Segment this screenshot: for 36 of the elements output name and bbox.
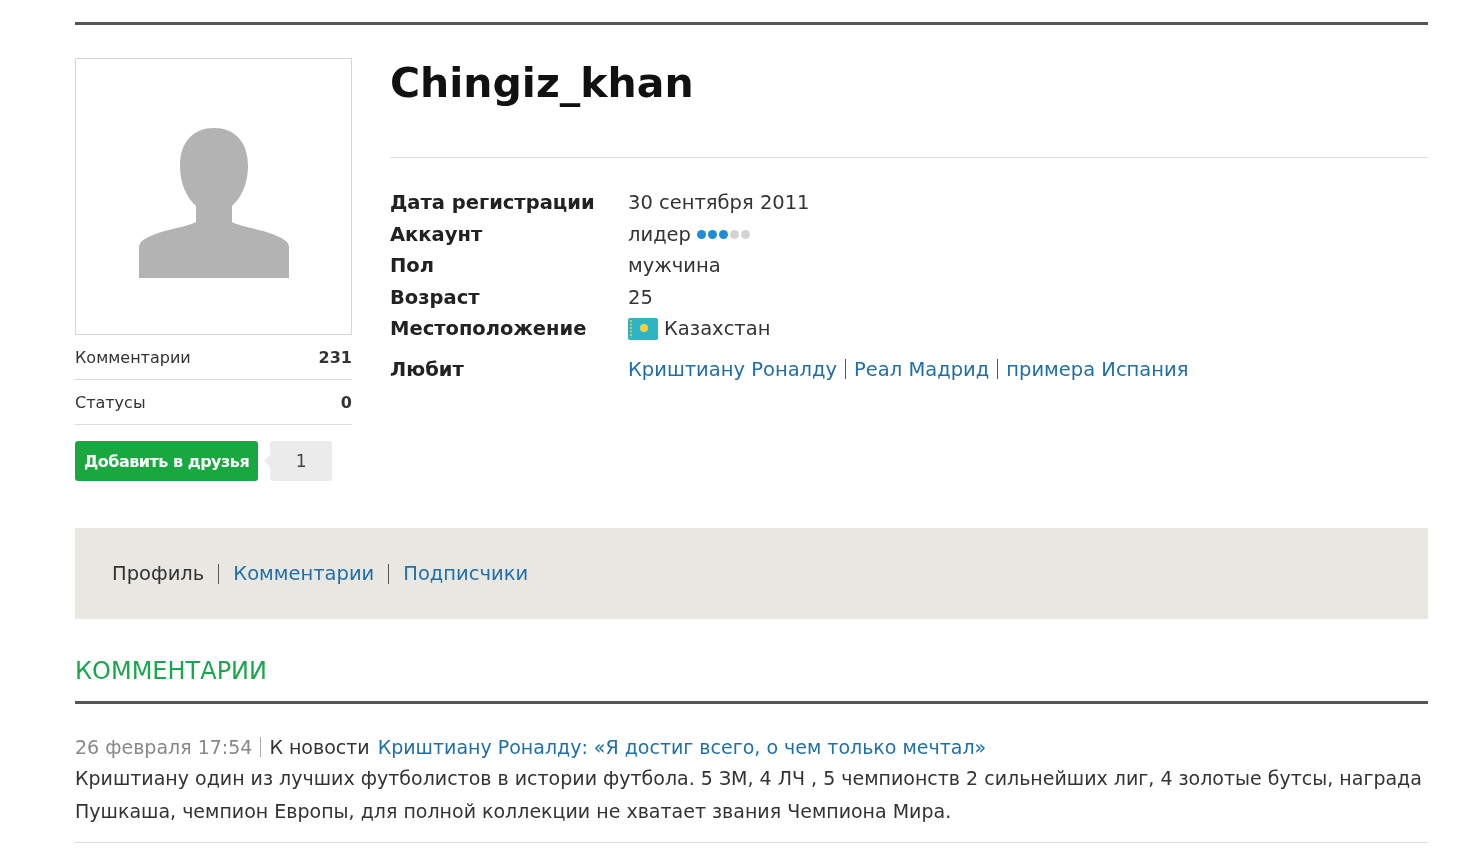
rating-dot xyxy=(719,229,728,239)
info-value: Казахстан xyxy=(664,316,771,343)
rating-dot xyxy=(741,229,750,239)
info-value: 30 сентября 2011 xyxy=(628,190,810,216)
friend-count: 1 xyxy=(264,441,333,481)
like-link[interactable]: Криштиану Роналду xyxy=(628,357,838,381)
comment-date: 26 февраля 17:54 xyxy=(75,736,253,758)
like-link[interactable]: Реал Мадрид xyxy=(854,357,990,381)
add-friend-button[interactable]: Добавить в друзья xyxy=(75,441,259,481)
info-label: Местоположение xyxy=(390,316,588,343)
stat-value: 231 xyxy=(318,347,352,367)
rating-dot xyxy=(697,229,706,239)
avatar-silhouette-icon xyxy=(138,127,289,278)
info-value: лидер xyxy=(628,221,691,248)
info-label: Пол xyxy=(390,253,435,280)
comment-text: Криштиану один из лучших футболистов в истории футбола. 5 ЗМ, 4 ЛЧ , 5 чемпионств 2 сильнейших лиг, 4 золотые бутсы, награда Пушкаша, чемпион Европы, для полной коллекции не хватает звания Чемпиона Мира. xyxy=(75,766,1423,824)
news-prefix: К новости xyxy=(269,736,370,758)
profile-tab[interactable]: Подписчики xyxy=(403,562,529,585)
rating-dot xyxy=(708,229,717,239)
info-label: Любит xyxy=(390,357,465,381)
section-heading: КОММЕНТАРИИ xyxy=(75,656,268,687)
info-label: Возраст xyxy=(390,284,481,311)
info-value: 25 xyxy=(628,284,653,311)
stat-value: 0 xyxy=(340,392,352,412)
stat-label: Комментарии xyxy=(75,347,191,367)
news-link[interactable]: Криштиану Роналду: «Я достиг всего, о чем только мечтал» xyxy=(377,736,987,758)
info-label: Аккаунт xyxy=(390,221,484,248)
profile-tab[interactable]: Комментарии xyxy=(233,562,375,585)
info-label: Дата регистрации xyxy=(390,190,596,216)
profile-tab[interactable]: Профиль xyxy=(112,562,205,585)
like-link[interactable]: примера Испания xyxy=(1006,357,1189,381)
info-value: мужчина xyxy=(628,253,721,280)
flag-icon xyxy=(628,318,658,341)
rating-dot xyxy=(730,229,739,239)
username: Chingiz_khan xyxy=(390,58,695,109)
stat-label: Статусы xyxy=(75,392,146,412)
